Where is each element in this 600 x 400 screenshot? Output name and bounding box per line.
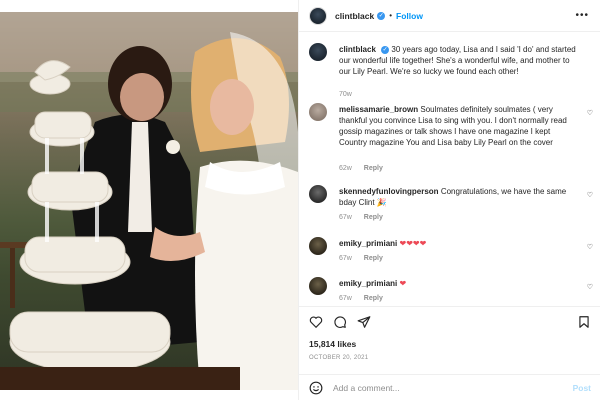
post-header: clintblack ✓ • Follow ••• xyxy=(299,0,600,32)
post-sidebar: clintblack ✓ • Follow ••• clintblack ✓ 3… xyxy=(298,0,600,400)
comment-meta: 67w Reply xyxy=(339,295,393,302)
post-date: OCTOBER 20, 2021 xyxy=(309,355,369,361)
comment-username[interactable]: emiky_primiani xyxy=(339,279,397,288)
like-comment-heart-icon[interactable]: ♡ xyxy=(587,283,593,291)
share-send-icon[interactable] xyxy=(357,315,371,329)
like-comment-heart-icon[interactable]: ♡ xyxy=(587,243,593,251)
more-options-icon[interactable]: ••• xyxy=(575,10,589,21)
comment-username[interactable]: emiky_primiani xyxy=(339,239,397,248)
like-comment-heart-icon[interactable]: ♡ xyxy=(587,191,593,199)
reply-button[interactable]: Reply xyxy=(364,165,383,172)
comments-list[interactable]: clintblack ✓ 30 years ago today, Lisa an… xyxy=(299,33,600,306)
add-comment-input[interactable] xyxy=(333,381,553,395)
comment-body: melissamarie_brown Soulmates definitely … xyxy=(339,104,577,148)
reply-button[interactable]: Reply xyxy=(364,214,383,221)
comment-bubble-icon[interactable] xyxy=(333,315,347,329)
action-bar xyxy=(299,306,600,336)
follow-button[interactable]: Follow xyxy=(396,11,423,21)
comment-avatar[interactable] xyxy=(309,277,327,295)
comment-avatar[interactable] xyxy=(309,237,327,255)
comment-time[interactable]: 67w xyxy=(339,255,352,262)
comment-time[interactable]: 62w xyxy=(339,165,352,172)
comment-meta: 67w Reply xyxy=(339,214,393,221)
comment-meta: 67w Reply xyxy=(339,255,393,262)
comment-avatar[interactable] xyxy=(309,185,327,203)
caption-username[interactable]: clintblack xyxy=(339,45,376,54)
comment-username[interactable]: melissamarie_brown xyxy=(339,105,418,114)
separator-dot: • xyxy=(389,11,393,20)
caption-body: clintblack ✓ 30 years ago today, Lisa an… xyxy=(339,44,577,77)
reply-button[interactable]: Reply xyxy=(364,255,383,262)
caption-time[interactable]: 70w xyxy=(339,91,352,98)
caption-verified-icon: ✓ xyxy=(381,45,390,54)
comment-time[interactable]: 67w xyxy=(339,295,352,302)
photo-pane xyxy=(0,0,298,400)
like-comment-heart-icon[interactable]: ♡ xyxy=(587,109,593,117)
author-avatar[interactable] xyxy=(309,6,327,25)
add-comment-bar: Post xyxy=(299,374,600,400)
comment-username[interactable]: skennedyfunlovingperson xyxy=(339,187,439,196)
author-username[interactable]: clintblack xyxy=(335,11,374,21)
comment-text: ❤ xyxy=(399,279,407,288)
caption-meta: 70w xyxy=(339,91,362,98)
caption-avatar[interactable] xyxy=(309,43,327,61)
save-bookmark-icon[interactable] xyxy=(577,315,591,329)
comment-text: ❤❤❤❤ xyxy=(399,239,427,248)
emoji-smiley-icon[interactable] xyxy=(309,381,323,395)
wedding-photo-illustration xyxy=(0,12,298,390)
comment-avatar[interactable] xyxy=(309,103,327,121)
comment-time[interactable]: 67w xyxy=(339,214,352,221)
post-photo[interactable] xyxy=(0,12,298,390)
likes-count[interactable]: 15,814 likes xyxy=(309,339,356,349)
comment-body: emiky_primiani ❤ xyxy=(339,278,577,289)
comment-body: skennedyfunlovingperson Congratulations,… xyxy=(339,186,577,208)
post-comment-button[interactable]: Post xyxy=(573,383,591,393)
like-heart-icon[interactable] xyxy=(309,315,323,329)
verified-badge-icon: ✓ xyxy=(377,11,386,20)
comment-meta: 62w Reply xyxy=(339,165,393,172)
reply-button[interactable]: Reply xyxy=(364,295,383,302)
comment-body: emiky_primiani ❤❤❤❤ xyxy=(339,238,577,249)
